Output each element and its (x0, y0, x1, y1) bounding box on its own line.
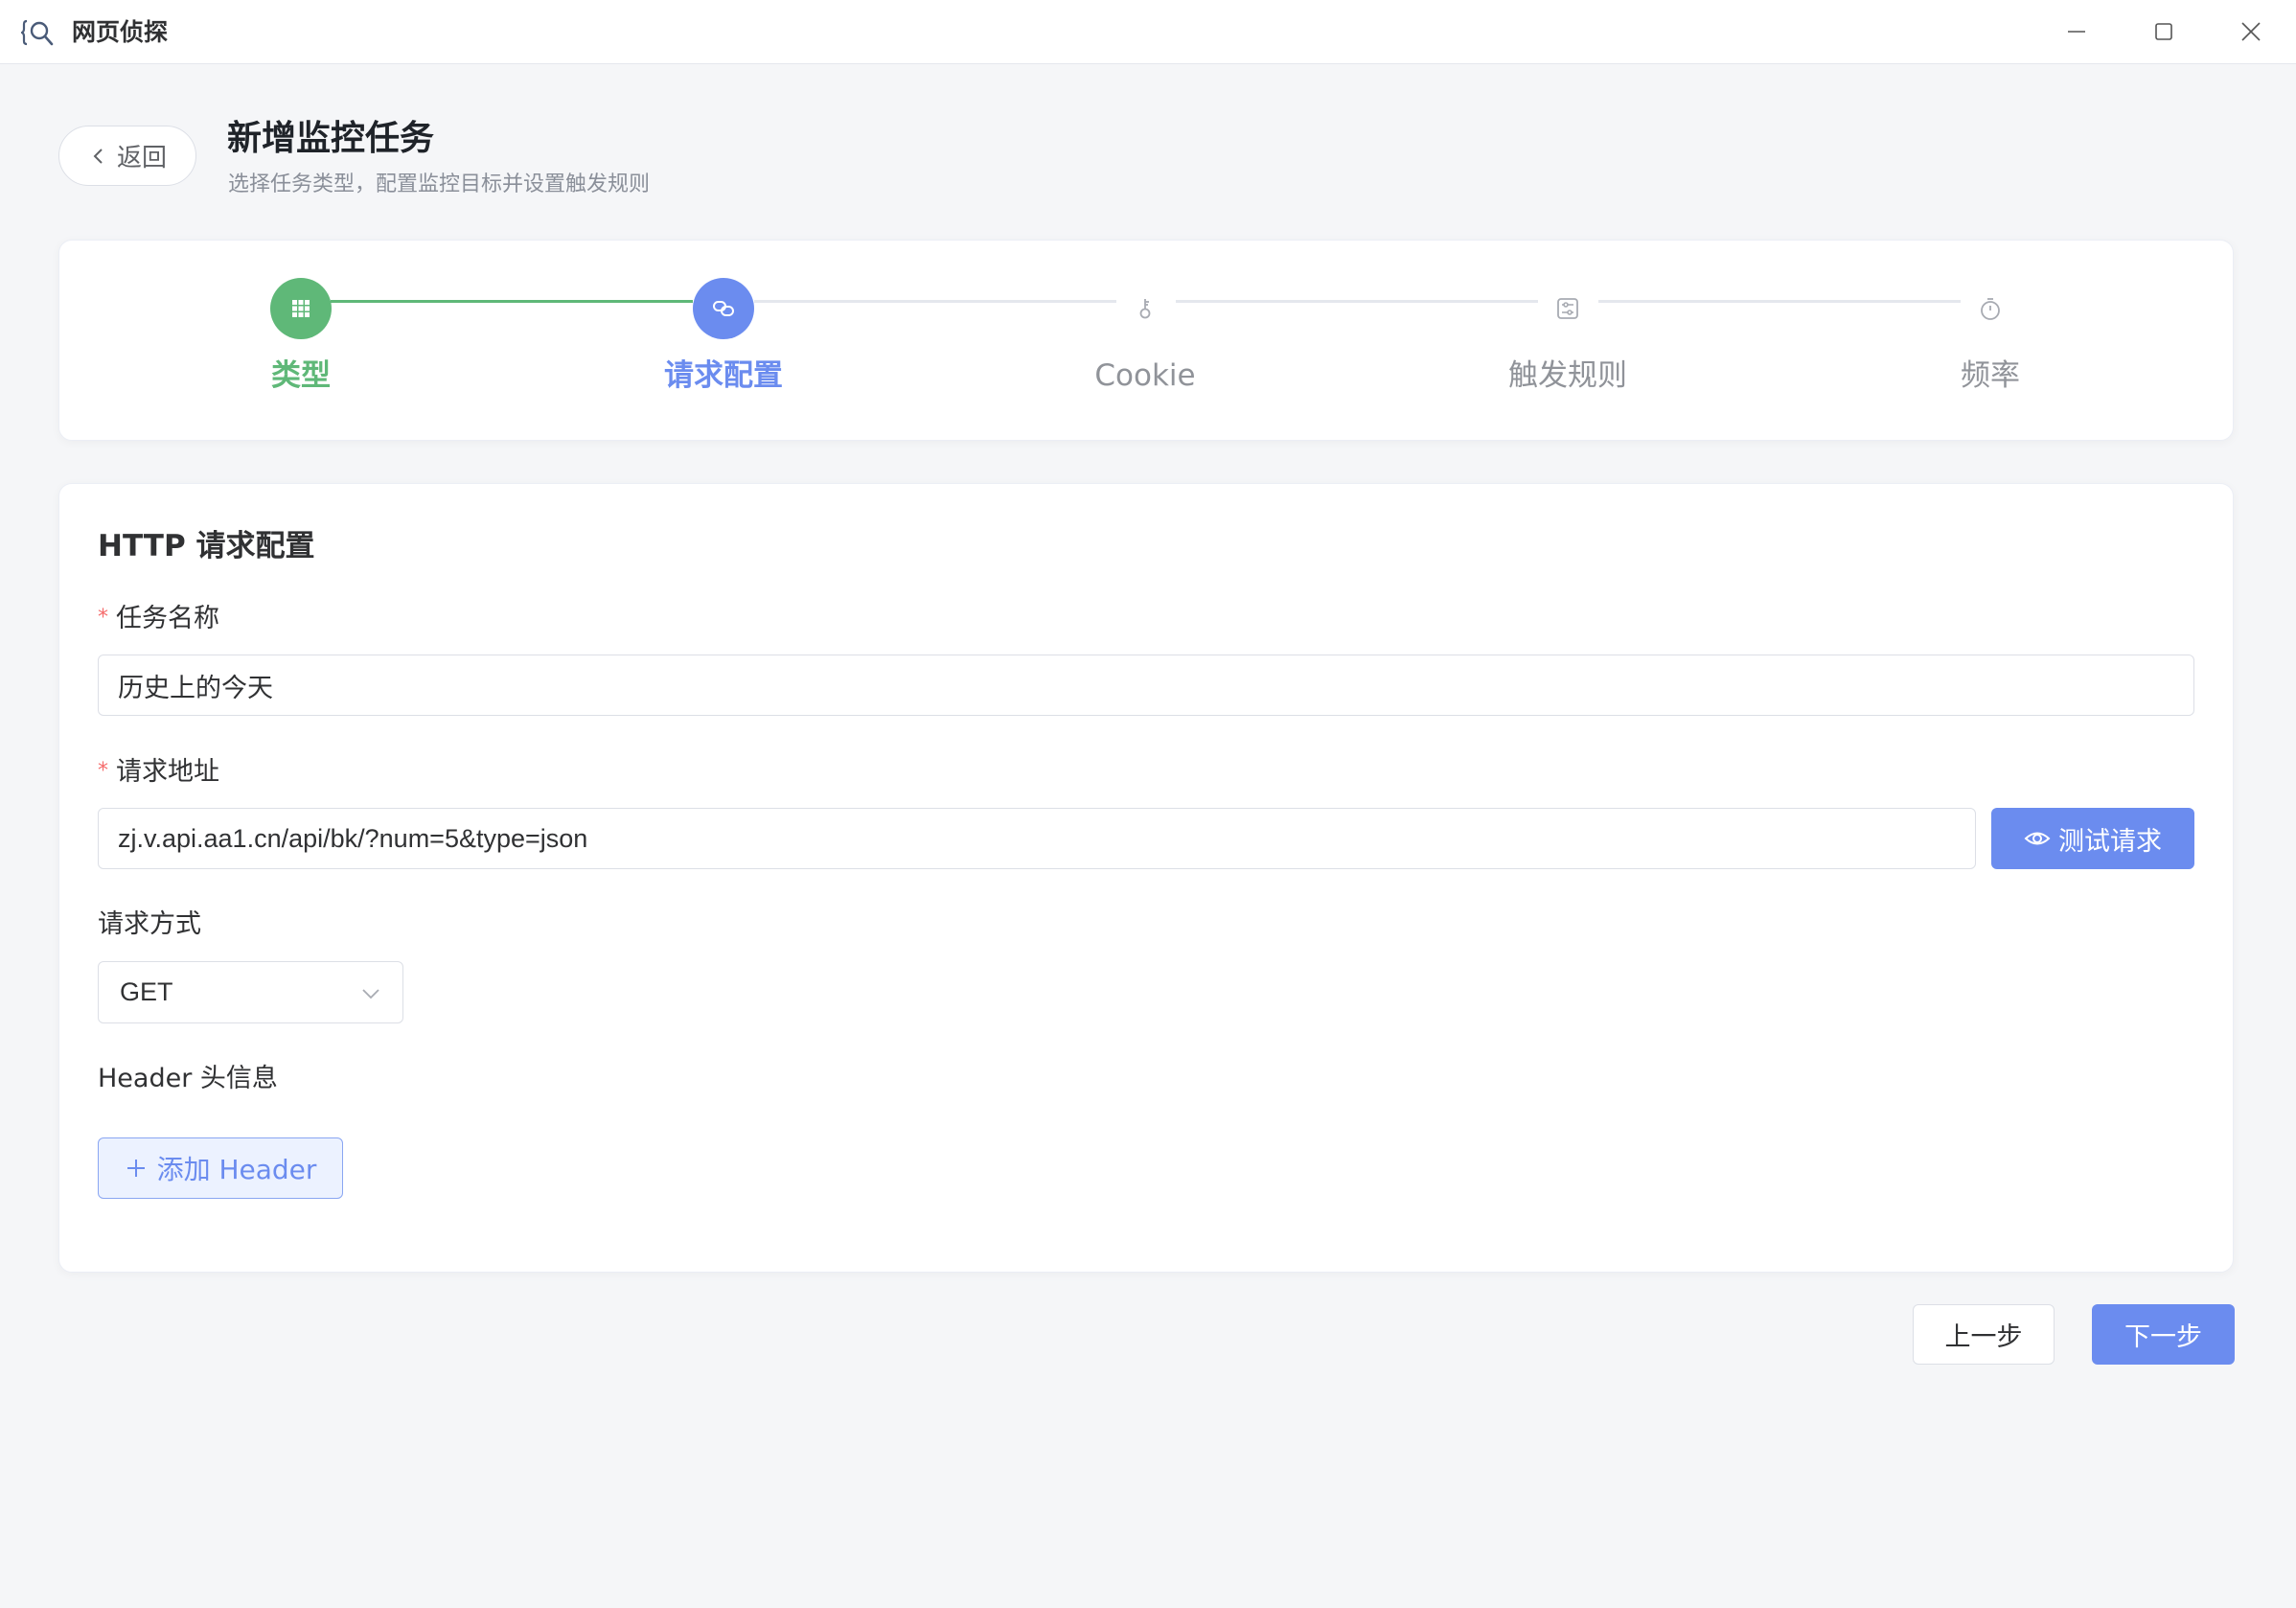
step-label-request[interactable]: 请求配置 (608, 355, 838, 397)
add-header-label: 添加 Header (156, 1154, 317, 1185)
maximize-button[interactable] (2142, 10, 2186, 54)
section-title: HTTP 请求配置 (98, 529, 315, 563)
required-mark: * (98, 759, 108, 783)
url-input[interactable]: zj.v.api.aa1.cn/api/bk/?num=5&type=json (98, 808, 1976, 869)
minimize-icon (2068, 31, 2085, 33)
steps-card (58, 240, 2234, 441)
close-icon (2241, 22, 2261, 41)
app-search-icon (21, 19, 54, 46)
step-connector-1 (331, 300, 693, 303)
step-connector-2 (754, 300, 1116, 303)
url-label-text: 请求地址 (116, 757, 219, 787)
timer-icon (1981, 298, 2000, 320)
page-title: 新增监控任务 (227, 119, 435, 158)
page-subtitle: 选择任务类型，配置监控目标并设置触发规则 (228, 172, 651, 196)
app-title: 网页侦探 (72, 18, 169, 46)
step-label-cookie[interactable]: Cookie (1030, 355, 1260, 397)
step-label-type[interactable]: 类型 (186, 355, 416, 397)
eye-icon (2024, 832, 2051, 845)
next-step-button[interactable]: 下一步 (2092, 1304, 2235, 1365)
chevron-down-icon (362, 989, 379, 999)
plus-icon (126, 1160, 145, 1177)
method-label: 请求方式 (98, 909, 201, 939)
task-name-input[interactable]: 历史上的今天 (98, 655, 2194, 716)
title-bar: 网页侦探 (0, 0, 2296, 64)
header-info-label: Header 头信息 (98, 1064, 278, 1093)
step-connector-3 (1176, 300, 1538, 303)
step-request-node[interactable] (693, 278, 754, 339)
step-label-rules[interactable]: 触发规则 (1453, 355, 1683, 397)
link-icon (713, 301, 734, 316)
step-type-node[interactable] (270, 278, 332, 339)
step-connector-4 (1598, 300, 1961, 303)
close-button[interactable] (2229, 10, 2273, 54)
required-mark: * (98, 606, 108, 630)
add-header-button[interactable]: 添加 Header (98, 1137, 343, 1199)
step-frequency-node[interactable] (1960, 278, 2021, 339)
maximize-icon (2155, 23, 2172, 40)
test-request-label: 测试请求 (2058, 826, 2162, 857)
task-name-label-text: 任务名称 (116, 604, 219, 633)
step-rules-node[interactable] (1537, 278, 1598, 339)
task-name-label: * 任务名称 (98, 600, 219, 637)
key-icon (1139, 299, 1151, 319)
method-value: GET (120, 977, 173, 1006)
step-cookie-node[interactable] (1114, 278, 1176, 339)
prev-step-button[interactable]: 上一步 (1913, 1304, 2055, 1365)
form-card (58, 483, 2234, 1273)
back-button-label: 返回 (116, 144, 167, 172)
back-button[interactable]: 返回 (58, 126, 196, 186)
minimize-button[interactable] (2055, 10, 2099, 54)
url-label: * 请求地址 (98, 753, 219, 791)
method-select[interactable]: GET (98, 961, 403, 1023)
rules-icon (1557, 298, 1578, 319)
grid-icon (292, 300, 310, 317)
step-label-frequency[interactable]: 频率 (1875, 355, 2105, 397)
chevron-left-icon (93, 148, 103, 164)
test-request-button[interactable]: 测试请求 (1991, 808, 2194, 869)
